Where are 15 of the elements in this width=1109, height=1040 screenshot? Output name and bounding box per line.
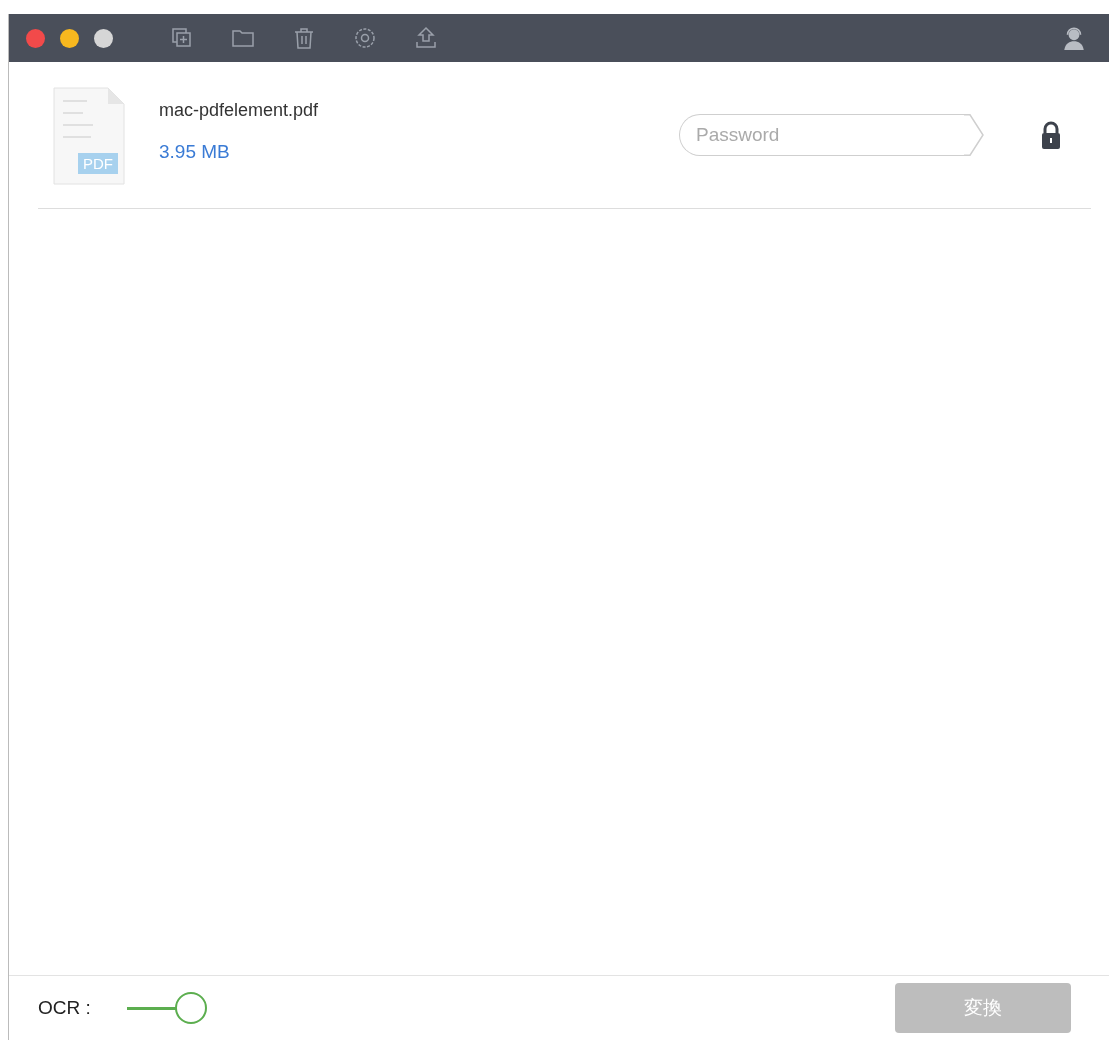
minimize-button[interactable]	[60, 28, 79, 48]
trash-icon[interactable]	[292, 26, 316, 50]
add-file-icon[interactable]	[170, 26, 194, 50]
field-pointer-icon	[964, 114, 984, 156]
pdf-file-icon: PDF	[53, 87, 125, 185]
ocr-toggle[interactable]	[126, 992, 207, 1024]
upload-icon[interactable]	[414, 26, 438, 50]
lock-icon[interactable]	[1041, 121, 1061, 149]
support-agent-icon[interactable]	[1061, 25, 1087, 51]
settings-icon[interactable]	[353, 26, 377, 50]
file-name: mac-pdfelement.pdf	[159, 99, 319, 121]
close-button[interactable]	[26, 28, 45, 48]
file-size: 3.95 MB	[159, 140, 231, 163]
ocr-label: OCR :	[38, 997, 91, 1019]
zoom-button[interactable]	[94, 28, 113, 48]
